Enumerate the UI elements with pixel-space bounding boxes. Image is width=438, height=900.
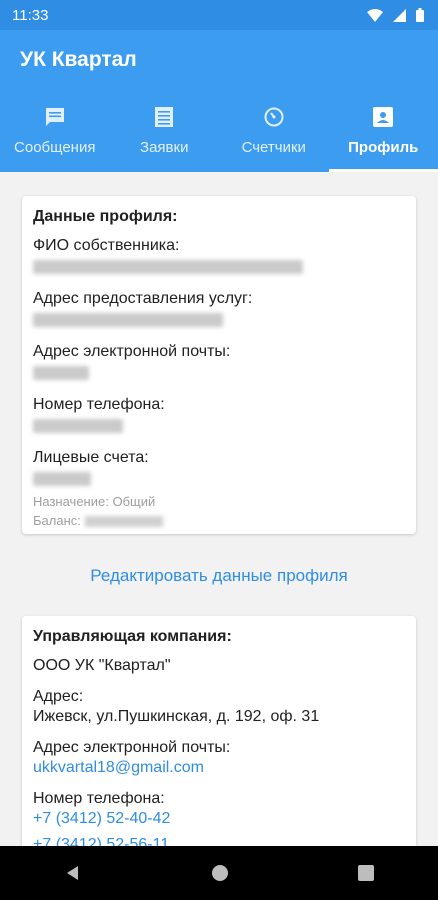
owner-value-redacted: [33, 260, 303, 274]
company-title: Управляющая компания:: [33, 628, 232, 645]
message-icon: [44, 104, 66, 130]
company-email-label: Адрес электронной почты:: [33, 739, 231, 756]
edit-profile-link[interactable]: Редактировать данные профиля: [0, 566, 438, 586]
system-nav-bar: [0, 846, 438, 900]
tab-messages[interactable]: Сообщения: [0, 98, 110, 172]
tab-label: Сообщения: [14, 139, 96, 156]
meter-icon: [263, 104, 285, 130]
company-address-label: Адрес:: [33, 688, 84, 705]
tab-label: Профиль: [348, 139, 419, 156]
requests-icon: [154, 104, 174, 130]
tab-label: Счетчики: [241, 139, 306, 156]
company-phone-label: Номер телефона:: [33, 790, 165, 807]
company-email-link[interactable]: ukkvartal18@gmail.com: [33, 758, 405, 778]
owner-label: ФИО собственника:: [33, 237, 180, 254]
tab-bar: Сообщения Заявки Счетчики Профиль: [0, 98, 438, 172]
phone-label: Номер телефона:: [33, 396, 165, 413]
tab-requests[interactable]: Заявки: [110, 98, 220, 172]
recents-icon[interactable]: [357, 865, 374, 881]
account-balance: Баланс:: [33, 511, 405, 530]
tab-label: Заявки: [140, 139, 189, 156]
home-icon[interactable]: [211, 864, 229, 882]
status-icons: [367, 8, 424, 22]
back-icon[interactable]: [64, 864, 82, 882]
email-label: Адрес электронной почты:: [33, 343, 231, 360]
account-value-redacted: [33, 472, 91, 486]
company-name: ООО УК "Квартал": [33, 657, 171, 674]
balance-value-redacted: [84, 516, 163, 528]
company-card: Управляющая компания: ООО УК "Квартал" А…: [22, 616, 416, 846]
tab-profile[interactable]: Профиль: [328, 98, 438, 172]
wifi-icon: [367, 8, 383, 22]
app-bar: УК Квартал Сообщения Заявки Счетчики Про…: [0, 30, 438, 172]
accounts-label: Лицевые счета:: [33, 449, 149, 466]
company-phone-link-1[interactable]: +7 (3412) 52-40-42: [33, 809, 405, 829]
balance-label: Баланс:: [33, 513, 81, 528]
account-purpose: Назначение: Общий: [33, 494, 156, 509]
profile-title: Данные профиля:: [33, 208, 178, 225]
company-address: Ижевск, ул.Пушкинская, д. 192, оф. 31: [33, 708, 320, 725]
profile-card: Данные профиля: ФИО собственника: Адрес …: [22, 196, 416, 534]
content-area[interactable]: Данные профиля: ФИО собственника: Адрес …: [0, 172, 438, 846]
signal-icon: [393, 8, 406, 22]
address-value-redacted: [33, 313, 223, 327]
battery-icon: [416, 8, 424, 22]
status-bar: 11:33: [0, 0, 438, 30]
address-label: Адрес предоставления услуг:: [33, 290, 253, 307]
tab-meters[interactable]: Счетчики: [219, 98, 329, 172]
profile-icon: [373, 104, 394, 130]
email-value-redacted: [33, 366, 89, 380]
company-phone-link-2[interactable]: +7 (3412) 52-56-11: [33, 835, 405, 846]
phone-value-redacted: [33, 419, 123, 433]
app-title: УК Квартал: [20, 48, 137, 71]
status-time: 11:33: [12, 6, 49, 24]
